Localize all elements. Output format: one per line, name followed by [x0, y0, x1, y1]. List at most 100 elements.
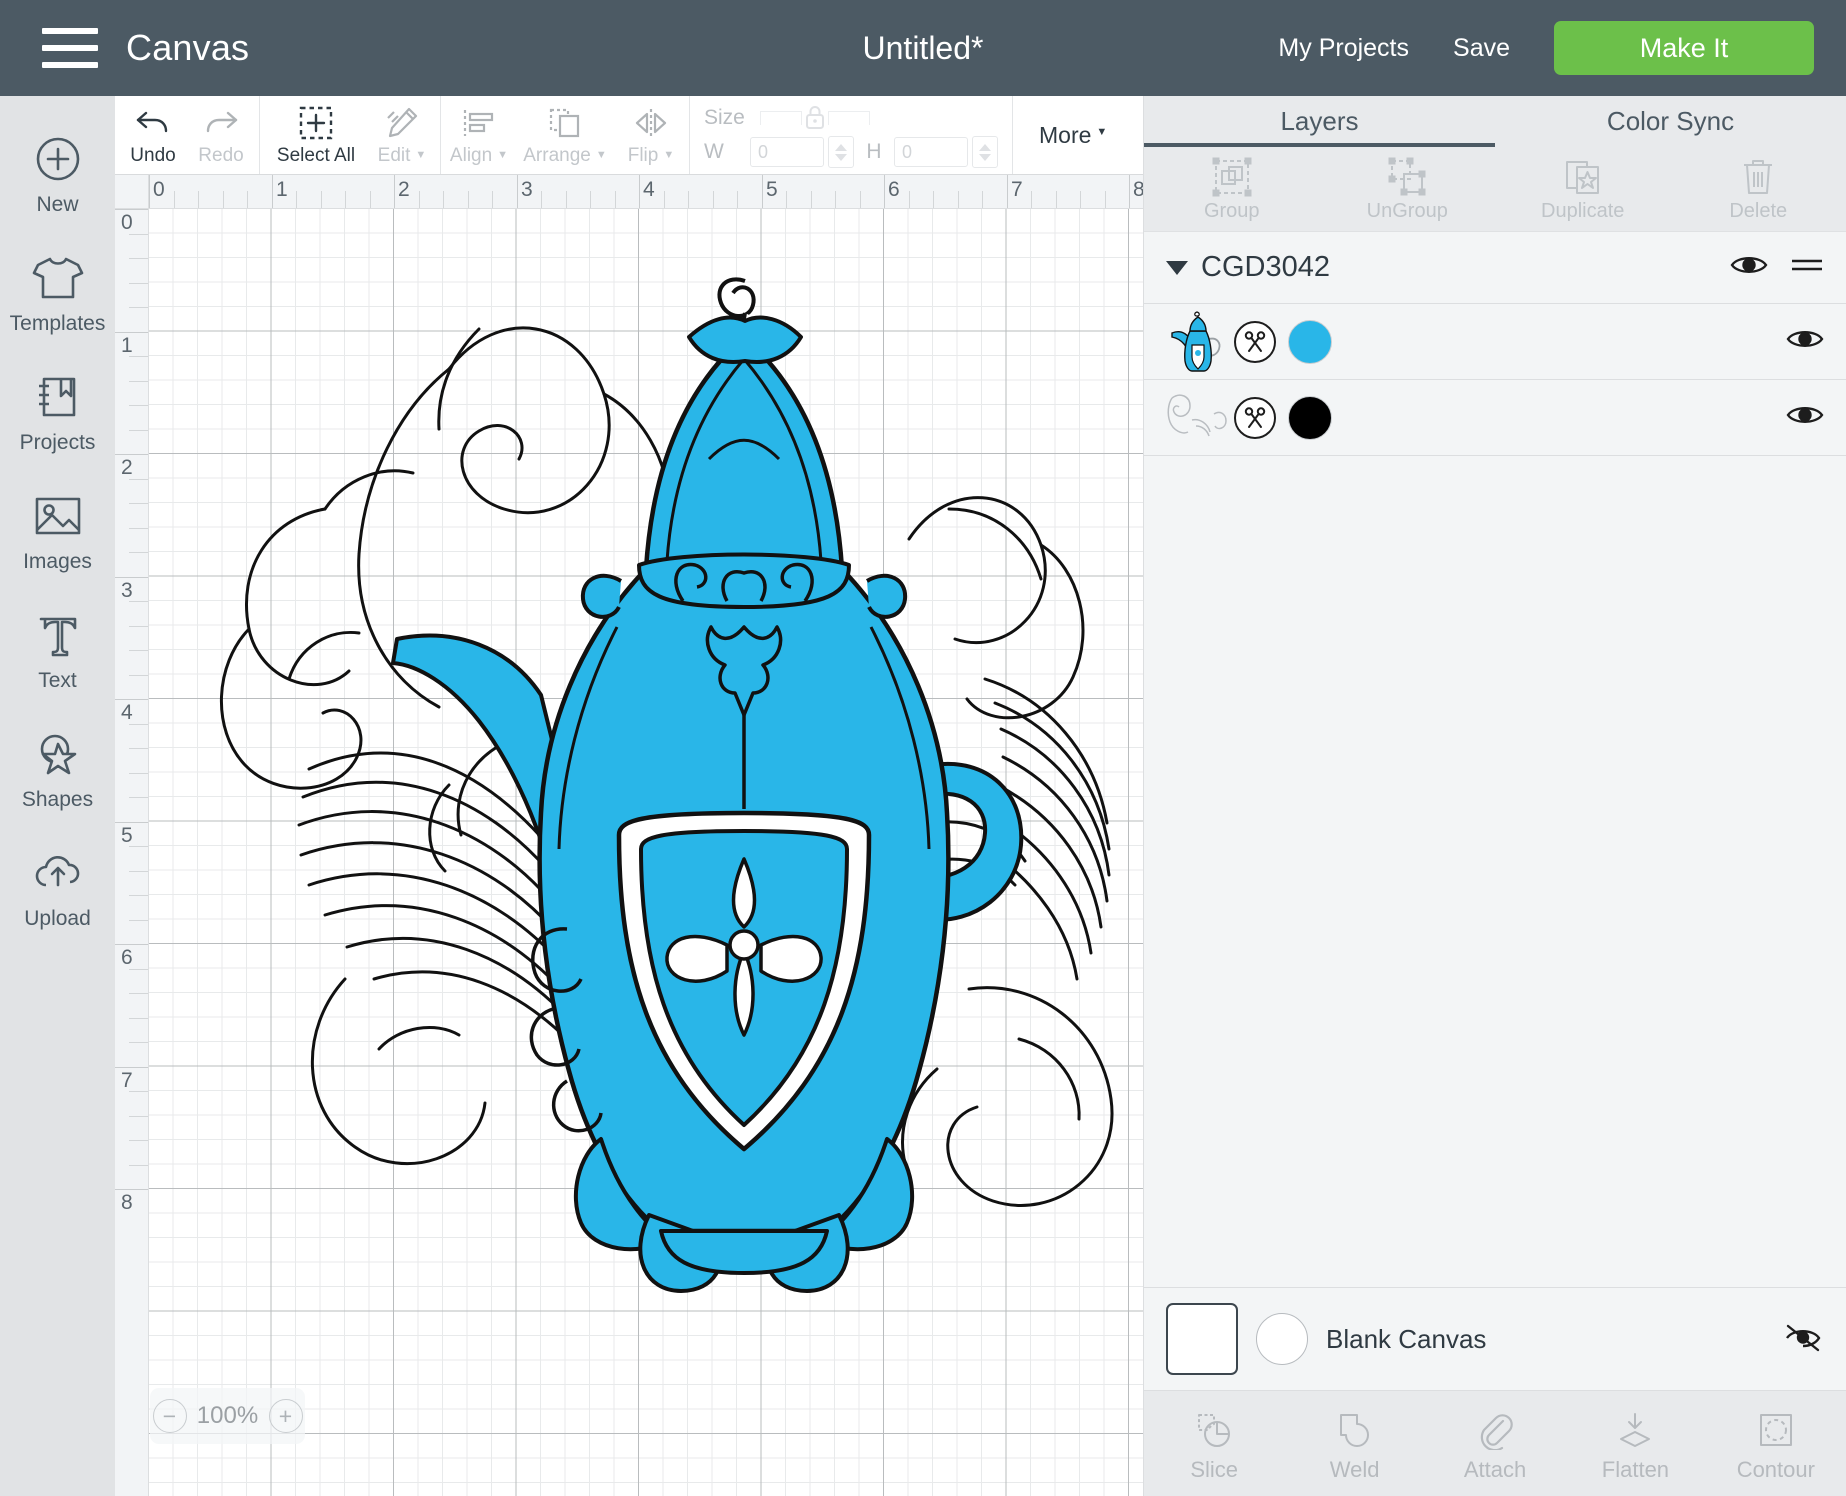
eye-icon[interactable] — [1786, 326, 1824, 357]
notebook-bookmark-icon — [35, 368, 81, 426]
sidebar-item-label: Text — [38, 669, 77, 692]
ruler-v-label: 1 — [121, 334, 133, 357]
sidebar-item-new[interactable]: New — [0, 114, 115, 233]
align-label: Align ▼ — [450, 145, 508, 167]
width-stepper[interactable] — [828, 136, 854, 168]
ruler-h-label: 8 — [1133, 178, 1143, 201]
zoom-level: 100% — [196, 1402, 259, 1429]
sidebar-item-label: New — [36, 193, 79, 216]
ruler-v-label: 6 — [121, 946, 133, 969]
blank-canvas-label: Blank Canvas — [1326, 1323, 1487, 1354]
canvas-grid[interactable] — [149, 209, 1143, 1496]
ungroup-icon — [1387, 155, 1427, 199]
sidebar-item-text[interactable]: Text — [0, 590, 115, 709]
edit-button[interactable]: Edit ▼ — [368, 96, 436, 174]
flourish-black-thumb — [1167, 394, 1227, 436]
ruler-v-label: 7 — [121, 1069, 133, 1092]
sidebar-item-images[interactable]: Images — [0, 471, 115, 590]
chevron-down-icon: ▼ — [1096, 126, 1108, 138]
ruler-h-label: 6 — [888, 178, 900, 201]
align-icon — [462, 103, 496, 143]
delete-button[interactable]: Delete — [1671, 147, 1846, 231]
group-button[interactable]: Group — [1144, 147, 1320, 231]
chevron-down-icon: ▼ — [497, 149, 509, 161]
ungroup-button[interactable]: UnGroup — [1320, 147, 1496, 231]
layer-color-swatch[interactable] — [1288, 319, 1332, 364]
trash-icon — [1740, 155, 1776, 199]
eye-icon[interactable] — [1786, 402, 1824, 433]
make-it-button[interactable]: Make It — [1554, 21, 1814, 75]
ungroup-label: UnGroup — [1366, 200, 1448, 222]
lock-aspect-ratio[interactable] — [760, 103, 870, 133]
horizontal-ruler: 0 1 2 3 4 5 6 7 8 — [149, 175, 1143, 209]
select-all-button[interactable]: Select All — [264, 96, 368, 174]
design-canvas[interactable]: 0 1 2 3 4 5 6 7 8 0 1 2 3 4 5 6 7 8 − 10… — [115, 175, 1143, 1496]
layer-thumbnail-teapot — [1166, 310, 1228, 373]
align-text: Align — [449, 145, 493, 166]
my-projects-link[interactable]: My Projects — [1256, 34, 1431, 63]
chevron-down-icon[interactable] — [1166, 260, 1188, 275]
duplicate-button[interactable]: Duplicate — [1495, 147, 1671, 231]
shapes-star-icon — [34, 725, 82, 783]
ruler-h-label: 7 — [1011, 178, 1023, 201]
eye-hidden-icon[interactable] — [1782, 1322, 1824, 1357]
ruler-h-label: 1 — [276, 178, 288, 201]
artwork-ornate-teapot-with-flourishes[interactable] — [149, 209, 1143, 1496]
scissors-cut-icon[interactable] — [1234, 320, 1276, 363]
slice-button[interactable]: Slice — [1144, 1405, 1284, 1483]
duplicate-label: Duplicate — [1541, 200, 1625, 222]
slice-icon — [1194, 1405, 1234, 1455]
edit-label: Edit ▼ — [378, 145, 427, 167]
edit-toolbar: Undo Redo Select All Edit ▼ Align ▼ Arra… — [115, 96, 1143, 175]
tab-color-sync[interactable]: Color Sync — [1495, 96, 1846, 147]
edit-text: Edit — [377, 145, 411, 166]
app-title: Canvas — [126, 27, 250, 68]
align-button[interactable]: Align ▼ — [445, 96, 513, 174]
attach-button[interactable]: Attach — [1425, 1405, 1565, 1483]
layer-controls — [1786, 402, 1824, 433]
hamburger-icon[interactable] — [42, 28, 98, 68]
canvas-shape-toggle[interactable] — [1256, 1313, 1308, 1365]
arrange-group: Align ▼ Arrange ▼ Flip ▼ — [441, 96, 690, 174]
layer-group-row[interactable]: CGD3042 — [1144, 232, 1846, 304]
flip-button[interactable]: Flip ▼ — [617, 96, 685, 174]
save-button[interactable]: Save — [1431, 34, 1532, 63]
ruler-v-label: 5 — [121, 824, 133, 847]
teapot-layer-blue[interactable] — [391, 277, 1024, 1293]
sidebar-item-shapes[interactable]: Shapes — [0, 709, 115, 828]
sidebar-item-projects[interactable]: Projects — [0, 352, 115, 471]
height-stepper[interactable] — [972, 136, 998, 168]
width-label: W — [704, 140, 724, 163]
scissors-cut-icon[interactable] — [1234, 396, 1276, 439]
header-actions: My Projects Save Make It — [1256, 21, 1846, 75]
weld-button[interactable]: Weld — [1284, 1405, 1424, 1483]
width-input[interactable]: 0 — [750, 137, 824, 167]
eye-icon[interactable] — [1730, 252, 1768, 283]
more-button[interactable]: More ▼ — [1013, 96, 1133, 174]
canvas-color-swatch[interactable] — [1166, 1303, 1238, 1375]
ruler-h-label: 4 — [643, 178, 655, 201]
zoom-control: − 100% + — [150, 1388, 305, 1444]
zoom-out-button[interactable]: − — [152, 1399, 187, 1433]
sidebar-item-label: Templates — [9, 312, 106, 335]
tab-layers[interactable]: Layers — [1144, 96, 1495, 147]
layer-color-swatch[interactable] — [1288, 395, 1332, 440]
flatten-button[interactable]: Flatten — [1565, 1405, 1705, 1483]
layer-row[interactable] — [1144, 304, 1846, 380]
sidebar-item-upload[interactable]: Upload — [0, 828, 115, 947]
size-label: Size — [704, 106, 745, 129]
size-header-row: Size — [704, 101, 998, 135]
sidebar-item-templates[interactable]: Templates — [0, 233, 115, 352]
zoom-in-button[interactable]: + — [268, 1399, 303, 1433]
redo-button[interactable]: Redo — [187, 96, 255, 174]
ruler-v-label: 8 — [121, 1191, 133, 1214]
group-label: Group — [1203, 200, 1260, 222]
more-lines-icon[interactable] — [1790, 255, 1824, 280]
height-input[interactable]: 0 — [894, 137, 968, 167]
undo-label: Undo — [130, 145, 176, 166]
blank-canvas-row[interactable]: Blank Canvas — [1144, 1287, 1846, 1391]
undo-button[interactable]: Undo — [119, 96, 187, 174]
arrange-button[interactable]: Arrange ▼ — [513, 96, 617, 174]
contour-button[interactable]: Contour — [1706, 1405, 1846, 1483]
layer-row[interactable] — [1144, 380, 1846, 456]
